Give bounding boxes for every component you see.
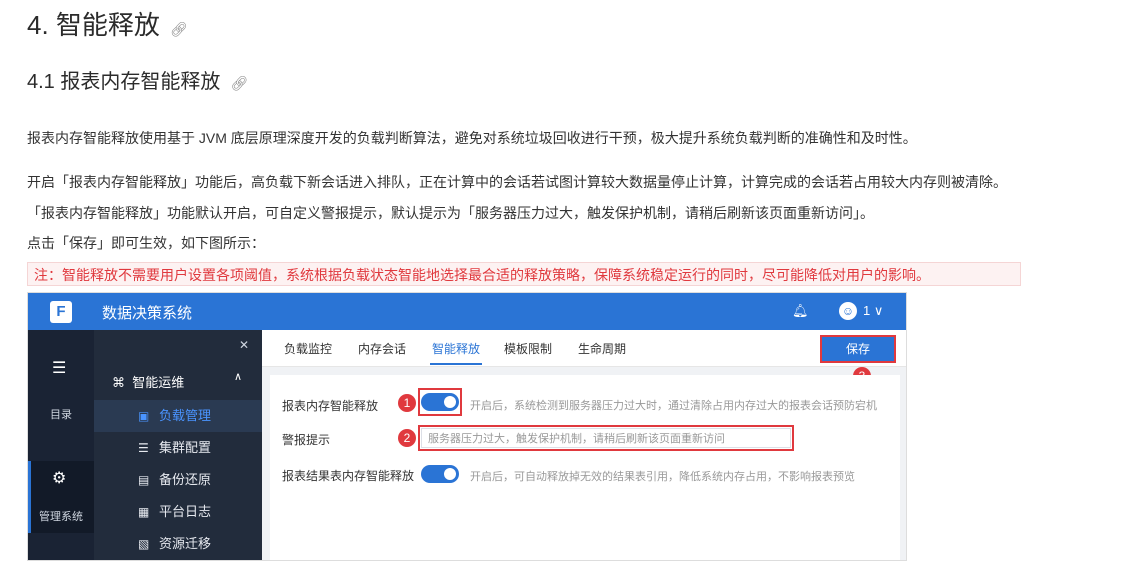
nav-panel: ✕ ⌘ 智能运维 ∧ ▣ 负载管理 ☰ 集群配置 ▤ 备份还原 ▦ 平台日志 ▧ 资源迁移 [94,330,262,560]
nav-item-label: 平台日志 [159,504,212,519]
nav-item-cluster[interactable]: ☰ 集群配置 [94,432,262,464]
result-table-release-toggle[interactable] [421,465,459,483]
tab-lifecycle[interactable]: 生命周期 [578,340,626,357]
left-rail: ☰ 目录 ⚙ 管理系统 [28,330,94,560]
nav-group-header[interactable]: ⌘ 智能运维 [112,372,184,391]
tab-memory-session[interactable]: 内存会话 [358,340,406,357]
chevron-down-icon: ∨ [873,303,884,318]
tab-load-monitor[interactable]: 负载监控 [284,340,332,357]
alert-message-input[interactable]: 服务器压力过大，触发保护机制，请稍后刷新该页面重新访问 [421,428,791,448]
backup-icon: ▤ [138,473,150,487]
tab-template-limit[interactable]: 模板限制 [504,340,552,357]
nav-item-migration[interactable]: ▧ 资源迁移 [94,528,262,560]
nav-item-backup[interactable]: ▤ 备份还原 [94,464,262,496]
nav-item-label: 集群配置 [159,440,212,455]
bell-icon[interactable]: 🔔︎ [792,303,809,319]
app-title: 数据决策系统 [102,305,193,322]
subsection-heading: 4.1 报表内存智能释放 🔗︎ [27,68,248,97]
setting-hint: 开启后，可自动释放掉无效的结果表引用，降低系统内存占用，不影响报表预览 [470,471,855,483]
setting-hint: 开启后，系统检测到服务器压力过大时，通过清除占用内存过大的报表会话预防宕机 [470,400,877,412]
tab-smart-release[interactable]: 智能释放 [432,340,480,357]
nav-item-label: 资源迁移 [159,536,212,551]
settings-panel: 报表内存智能释放 1 开启后，系统检测到服务器压力过大时，通过清除占用内存过大的… [270,375,900,560]
chevron-up-icon[interactable]: ∧ [234,370,242,383]
embedded-screenshot: F 数据决策系统 🔔︎ ☺ 1 ∨ ☰ 目录 ⚙ 管理系统 ✕ ⌘ 智能运维 ∧… [27,292,907,561]
callout-badge-2: 2 [398,429,416,447]
active-tab-underline [430,363,482,365]
paragraph: 开启「报表内存智能释放」功能后，高负载下新会话进入排队，正在计算中的会话若试图计… [27,174,1007,190]
link-icon[interactable]: 🔗︎ [230,75,248,91]
calendar-icon: ▦ [138,505,150,519]
server-icon: ☰ [138,441,149,455]
logo-icon: F [50,301,72,323]
heading-text: 4.1 报表内存智能释放 [27,71,221,93]
catalog-label[interactable]: 目录 [28,406,94,422]
list-icon[interactable]: ☰ [52,358,66,378]
paragraph: 报表内存智能释放使用基于 JVM 底层原理深度开发的负载判断算法，避免对系统垃圾… [27,130,917,146]
pin-icon[interactable]: ✕ [239,338,249,352]
setting-label: 警报提示 [282,433,331,447]
load-icon: ▣ [138,409,150,423]
ops-icon: ⌘ [112,375,125,390]
callout-badge-1: 1 [398,394,416,412]
nav-group-label: 智能运维 [132,375,185,390]
note-callout: 注：智能释放不需要用户设置各项阈值，系统根据负载状态智能地选择最合适的释放策略，… [27,262,1021,286]
avatar-icon[interactable]: ☺ [839,302,857,320]
app-topbar: F 数据决策系统 🔔︎ ☺ 1 ∨ [28,293,906,330]
nav-item-label: 备份还原 [159,472,212,487]
setting-label: 报表内存智能释放 [282,399,379,413]
nav-item-label: 负载管理 [159,408,212,423]
link-icon[interactable]: 🔗︎ [170,21,188,37]
user-menu[interactable]: 1 ∨ [863,303,883,319]
migrate-icon: ▧ [138,537,150,551]
setting-label: 报表结果表内存智能释放 [282,469,415,483]
nav-item-load-management[interactable]: ▣ 负载管理 [94,400,262,432]
memory-release-toggle[interactable] [421,393,459,411]
nav-item-logs[interactable]: ▦ 平台日志 [94,496,262,528]
heading-text: 4. 智能释放 [27,10,160,40]
paragraph: 「报表内存智能释放」功能默认开启，可自定义警报提示，默认提示为「服务器压力过大，… [27,205,874,221]
user-label: 1 [863,303,871,318]
save-button[interactable]: 保存 [820,335,896,363]
tab-bar: 负载监控 内存会话 智能释放 模板限制 生命周期 保存 [262,330,906,367]
paragraph: 点击「保存」即可生效，如下图所示： [27,235,265,251]
section-heading: 4. 智能释放 🔗︎ [27,8,188,46]
gear-icon: ⚙ [52,470,67,487]
manage-label: 管理系统 [39,511,83,523]
